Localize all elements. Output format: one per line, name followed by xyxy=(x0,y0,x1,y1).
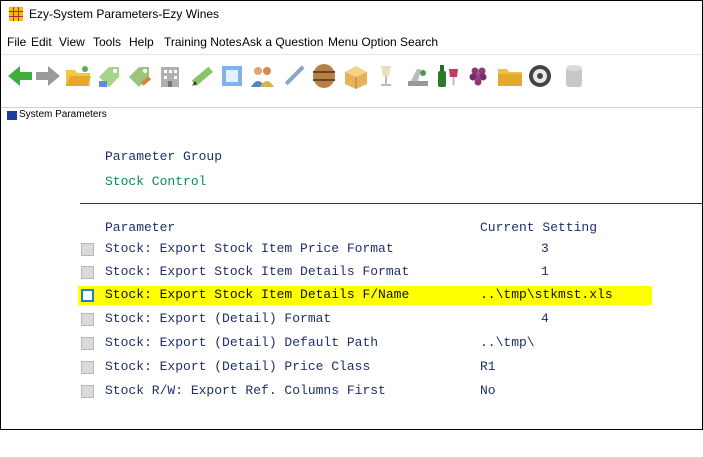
title-bar: Ezy-System Parameters-Ezy Wines xyxy=(1,1,702,27)
pencil-icon[interactable] xyxy=(187,61,217,91)
grapes-icon[interactable] xyxy=(463,61,493,91)
menu-file[interactable]: File xyxy=(7,35,26,49)
parameter-row[interactable]: Stock: Export (Detail) Default Path ..\t… xyxy=(78,334,658,353)
parameter-name: Stock: Export Stock Item Details Format xyxy=(105,264,410,279)
parameter-name: Stock: Export Stock Item Price Format xyxy=(105,241,394,256)
parameter-name: Stock: Export Stock Item Details F/Name xyxy=(105,287,410,302)
header-current-setting: Current Setting xyxy=(480,220,598,235)
row-checkbox[interactable] xyxy=(81,313,94,326)
menu-bar: File Edit View Tools Help Training Notes… xyxy=(1,33,702,53)
parameter-name: Stock: Export (Detail) Format xyxy=(105,311,332,326)
parameter-value: R1 xyxy=(480,359,496,374)
box-icon[interactable] xyxy=(341,61,371,91)
row-checkbox[interactable] xyxy=(81,385,94,398)
parameter-value: ..\tmp\ xyxy=(480,335,535,350)
parameter-name: Stock: Export (Detail) Price Class xyxy=(105,359,371,374)
row-checkbox[interactable] xyxy=(81,337,94,350)
parameter-value: No xyxy=(480,383,496,398)
menu-help[interactable]: Help xyxy=(129,35,154,49)
menu-ask-a-question[interactable]: Ask a Question xyxy=(242,35,323,49)
glass-icon[interactable] xyxy=(371,61,401,91)
parameter-value: 1 xyxy=(541,264,549,279)
menu-view[interactable]: View xyxy=(59,35,85,49)
parameter-row[interactable]: Stock: Export (Detail) Format 4 xyxy=(78,310,658,329)
window-title: Ezy-System Parameters-Ezy Wines xyxy=(29,7,220,21)
row-checkbox[interactable] xyxy=(81,243,94,256)
panel-title: System Parameters xyxy=(19,109,107,120)
parameter-row[interactable]: Stock: Export Stock Item Details Format … xyxy=(78,263,658,282)
parameter-group-value[interactable]: Stock Control xyxy=(105,174,206,189)
parameter-row[interactable]: Stock R/W: Export Ref. Columns First No xyxy=(78,382,658,401)
toolbar xyxy=(1,54,702,101)
folder-icon[interactable] xyxy=(495,61,525,91)
forward-arrow-icon[interactable] xyxy=(33,61,63,91)
document-icon[interactable] xyxy=(217,61,247,91)
wine-icon[interactable] xyxy=(433,61,463,91)
barrel-icon[interactable] xyxy=(309,61,339,91)
menu-option-search[interactable]: Menu Option Search xyxy=(328,35,438,49)
row-checkbox[interactable] xyxy=(81,361,94,374)
tag-edit-icon[interactable] xyxy=(125,61,155,91)
folder-open-icon[interactable] xyxy=(63,61,93,91)
scales-icon[interactable] xyxy=(403,61,433,91)
menu-tools[interactable]: Tools xyxy=(93,35,121,49)
panel-icon xyxy=(7,111,17,120)
parameter-group-label: Parameter Group xyxy=(105,149,223,164)
row-checkbox[interactable] xyxy=(81,289,94,302)
menu-edit[interactable]: Edit xyxy=(31,35,52,49)
parameter-value: 4 xyxy=(541,311,549,326)
building-icon[interactable] xyxy=(155,61,185,91)
parameter-row[interactable]: Stock: Export (Detail) Price Class R1 xyxy=(78,358,658,377)
panel-title-bar: System Parameters xyxy=(1,107,702,123)
parameter-value: 3 xyxy=(541,241,549,256)
divider xyxy=(80,203,702,204)
database-icon[interactable] xyxy=(559,61,589,91)
app-logo-icon xyxy=(9,7,23,21)
people-icon[interactable] xyxy=(247,61,277,91)
header-parameter: Parameter xyxy=(105,220,176,235)
gear-icon[interactable] xyxy=(525,61,555,91)
tag-add-icon[interactable] xyxy=(95,61,125,91)
parameter-value: ..\tmp\stkmst.xls xyxy=(480,287,613,302)
pen-icon[interactable] xyxy=(279,61,309,91)
menu-training-notes[interactable]: Training Notes xyxy=(164,35,242,49)
parameter-name: Stock: Export (Detail) Default Path xyxy=(105,335,379,350)
parameter-name: Stock R/W: Export Ref. Columns First xyxy=(105,383,386,398)
back-arrow-icon[interactable] xyxy=(5,61,35,91)
row-checkbox[interactable] xyxy=(81,266,94,279)
parameter-row[interactable]: Stock: Export Stock Item Price Format 3 xyxy=(78,240,658,259)
parameter-row-selected[interactable]: Stock: Export Stock Item Details F/Name … xyxy=(78,286,652,305)
